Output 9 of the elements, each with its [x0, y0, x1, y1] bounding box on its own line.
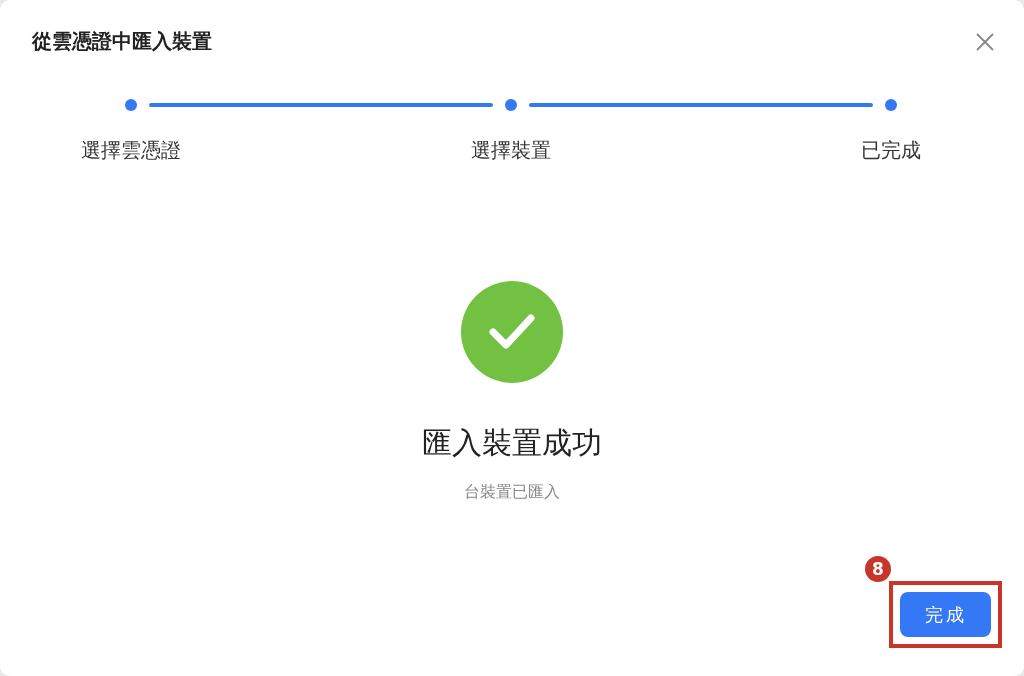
close-button[interactable] [974, 30, 996, 53]
step-label: 已完成 [861, 137, 921, 164]
result-message: 台裝置已匯入 [464, 482, 560, 503]
step-label: 選擇雲憑證 [81, 137, 181, 164]
dialog-title: 從雲憑證中匯入裝置 [32, 28, 212, 55]
result-heading: 匯入裝置成功 [422, 424, 602, 462]
step-badge: 8 [865, 556, 891, 582]
step-label: 選擇裝置 [471, 137, 551, 164]
finish-button[interactable]: 完成 [900, 592, 991, 637]
